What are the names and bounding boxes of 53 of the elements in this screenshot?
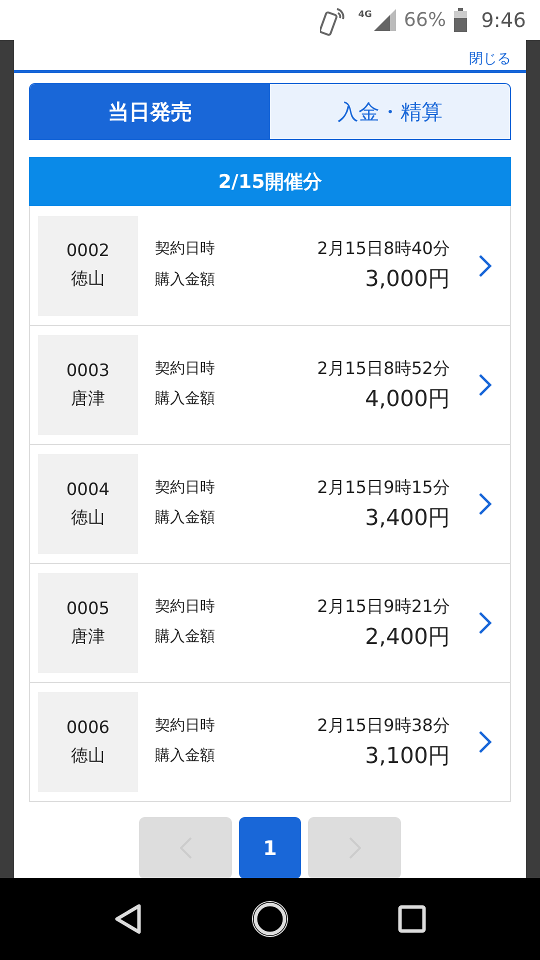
field-label: 購入金額	[155, 270, 215, 288]
venue-name: 徳山	[71, 506, 105, 528]
contract-datetime: 2月15日8時52分	[316, 358, 450, 380]
contract-datetime: 2月15日9時21分	[316, 596, 450, 618]
page-button[interactable]: 1	[239, 817, 301, 878]
field-label: 契約日時	[155, 716, 215, 734]
venue-name: 徳山	[71, 268, 105, 290]
chevron-right-icon	[478, 492, 492, 516]
venue-name: 唐津	[71, 388, 105, 410]
purchase-amount: 3,000円	[364, 266, 450, 294]
purchase-amount: 2,400円	[364, 624, 450, 652]
back-icon[interactable]	[114, 903, 142, 935]
field-label: 契約日時	[155, 596, 215, 616]
chevron-right-icon	[478, 254, 492, 278]
venue-name: 徳山	[71, 744, 105, 766]
field-label: 購入金額	[155, 508, 215, 527]
contract-datetime: 2月15日9時15分	[316, 476, 450, 498]
chevron-right-icon	[478, 611, 492, 635]
field-label: 契約日時	[155, 239, 215, 258]
signal-icon	[374, 9, 396, 31]
field-label: 購入金額	[155, 389, 215, 408]
purchase-amount: 3,400円	[364, 504, 450, 532]
field-label: 契約日時	[155, 478, 215, 496]
battery-icon	[454, 8, 468, 32]
tab-button[interactable]: 当日発売	[30, 84, 270, 139]
record-row[interactable]: 0004 徳山 契約日時 2月15日9時15分 購入金額 3,400円	[30, 444, 510, 563]
race-number: 0003	[66, 360, 110, 380]
race-number: 0002	[66, 241, 110, 261]
record-row[interactable]: 0005 唐津 契約日時 2月15日9時21分 購入金額 2,400円	[30, 563, 510, 682]
contract-datetime: 2月15日8時40分	[316, 238, 450, 260]
close-link[interactable]: 閉じる	[469, 50, 511, 68]
clock-time: 9:46	[481, 8, 526, 32]
field-label: 契約日時	[155, 358, 215, 378]
section-header: 2/15開催分	[29, 157, 511, 206]
record-row[interactable]: 0003 唐津 契約日時 2月15日8時52分 購入金額 4,000円	[30, 325, 510, 444]
purchase-amount: 3,100円	[364, 742, 450, 770]
network-type: 4G	[358, 10, 372, 20]
race-number: 0006	[66, 718, 110, 738]
home-icon[interactable]	[250, 900, 289, 938]
field-label: 購入金額	[155, 746, 215, 765]
record-row[interactable]: 0006 徳山 契約日時 2月15日9時38分 購入金額 3,100円	[30, 682, 510, 801]
battery-percent: 66%	[404, 9, 446, 31]
chevron-right-icon	[478, 730, 492, 754]
purchase-amount: 4,000円	[364, 386, 450, 414]
contract-datetime: 2月15日9時38分	[316, 714, 450, 736]
field-label: 購入金額	[155, 627, 215, 646]
recents-icon[interactable]	[398, 905, 426, 933]
chevron-right-icon	[478, 373, 492, 397]
race-number: 0004	[66, 480, 110, 500]
race-number: 0005	[66, 598, 110, 618]
record-row[interactable]: 0002 徳山 契約日時 2月15日8時40分 購入金額 3,000円	[30, 206, 510, 325]
venue-name: 唐津	[71, 626, 105, 648]
tab-button[interactable]: 入金・精算	[270, 84, 510, 139]
